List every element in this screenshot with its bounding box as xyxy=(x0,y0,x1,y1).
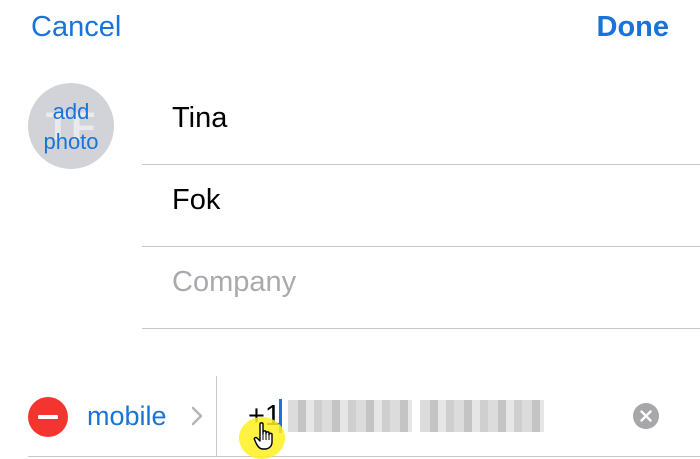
hand-pointer-icon xyxy=(253,422,273,450)
edit-contact-screen: Cancel Done TF add photo mobile +1 xyxy=(0,0,700,459)
minus-circle-icon xyxy=(38,415,58,419)
clear-x-icon xyxy=(640,410,652,422)
clear-button[interactable] xyxy=(633,403,659,429)
add-photo-label: add photo xyxy=(28,97,114,157)
last-name-row xyxy=(142,164,700,247)
first-name-row xyxy=(142,82,700,165)
last-name-field[interactable] xyxy=(172,184,672,217)
remove-phone-button[interactable] xyxy=(28,397,68,437)
phone-row: mobile +1 xyxy=(28,376,700,457)
add-photo-button[interactable]: TF add photo xyxy=(28,83,114,169)
add-photo-label-line2: photo xyxy=(43,129,99,154)
phone-label-button[interactable]: mobile xyxy=(87,398,203,434)
company-field[interactable] xyxy=(172,266,672,299)
phone-label: mobile xyxy=(87,401,167,431)
company-row xyxy=(142,246,700,329)
vertical-divider xyxy=(216,376,217,456)
redacted-number-part xyxy=(420,400,544,432)
chevron-right-icon xyxy=(191,406,203,426)
first-name-field[interactable] xyxy=(172,102,672,135)
done-button[interactable]: Done xyxy=(597,8,670,46)
cancel-button[interactable]: Cancel xyxy=(31,8,121,46)
redacted-number-part xyxy=(288,400,412,432)
add-photo-label-line1: add xyxy=(52,99,90,124)
